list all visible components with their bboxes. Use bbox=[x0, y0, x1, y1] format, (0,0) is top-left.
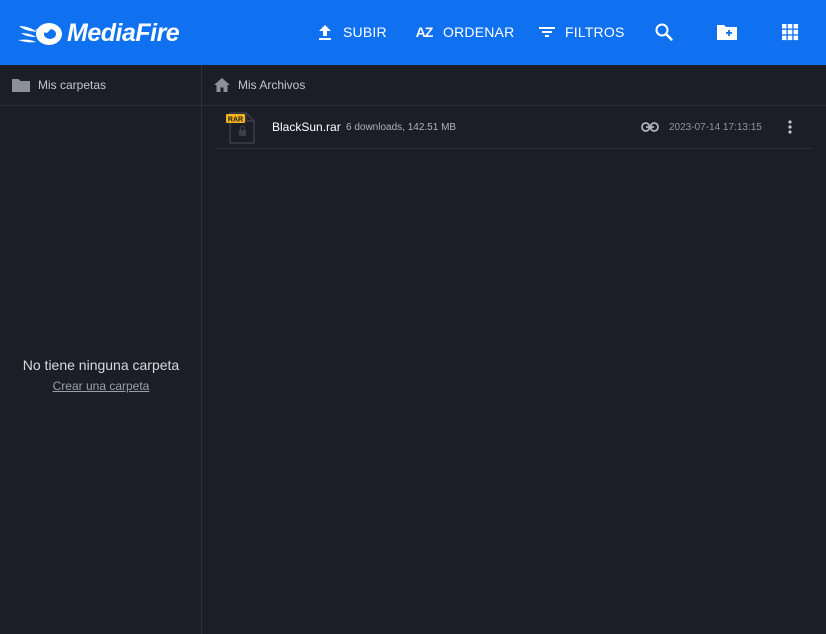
sort-label: ORDENAR bbox=[443, 24, 515, 40]
breadcrumb: Mis Archivos bbox=[202, 65, 826, 106]
sort-az-icon: AZ bbox=[411, 20, 437, 44]
share-link-icon[interactable] bbox=[640, 119, 660, 135]
rar-file-icon: RAR bbox=[226, 111, 258, 145]
create-folder-link[interactable]: Crear una carpeta bbox=[53, 379, 150, 393]
empty-folders-state: No tiene ninguna carpeta Crear una carpe… bbox=[0, 357, 202, 395]
home-icon[interactable] bbox=[214, 78, 230, 92]
breadcrumb-current[interactable]: Mis Archivos bbox=[238, 78, 305, 92]
more-options-icon[interactable] bbox=[782, 118, 798, 136]
file-name[interactable]: BlackSun.rar bbox=[272, 120, 341, 134]
sort-az-icon-text: AZ bbox=[415, 24, 434, 40]
search-icon bbox=[655, 23, 673, 41]
upload-icon bbox=[313, 20, 337, 44]
upload-label: SUBIR bbox=[343, 24, 387, 40]
sidebar-header[interactable]: Mis carpetas bbox=[0, 65, 201, 106]
upload-button[interactable]: SUBIR bbox=[313, 20, 387, 44]
files-panel: Mis Archivos RAR BlackSun.rar 6 download… bbox=[202, 65, 826, 634]
filter-icon bbox=[535, 20, 559, 44]
filters-button[interactable]: FILTROS bbox=[535, 20, 624, 44]
folders-sidebar: Mis carpetas No tiene ninguna carpeta Cr… bbox=[0, 65, 202, 634]
file-meta: 6 downloads, 142.51 MB bbox=[346, 122, 457, 133]
new-folder-icon bbox=[717, 25, 737, 40]
folder-icon bbox=[12, 79, 30, 92]
filters-label: FILTROS bbox=[565, 24, 625, 40]
mediafire-logo[interactable]: MediaFire bbox=[17, 18, 180, 48]
search-button[interactable] bbox=[652, 20, 676, 44]
flame-logo-icon bbox=[18, 23, 62, 45]
file-type-badge: RAR bbox=[228, 116, 243, 123]
logo-text: MediaFire bbox=[67, 18, 180, 47]
sidebar-title: Mis carpetas bbox=[38, 78, 107, 92]
grid-view-button[interactable] bbox=[778, 20, 802, 44]
grid-view-icon bbox=[782, 24, 799, 41]
sort-button[interactable]: AZ ORDENAR bbox=[411, 20, 515, 44]
file-date: 2023-07-14 17:13:15 bbox=[669, 122, 762, 133]
new-folder-button[interactable] bbox=[715, 20, 739, 44]
file-row[interactable]: RAR BlackSun.rar 6 downloads, 142.51 MB … bbox=[216, 106, 812, 149]
top-bar: MediaFire SUBIR AZ ORDENAR FILTROS bbox=[0, 0, 826, 65]
empty-folders-message: No tiene ninguna carpeta bbox=[22, 357, 180, 373]
